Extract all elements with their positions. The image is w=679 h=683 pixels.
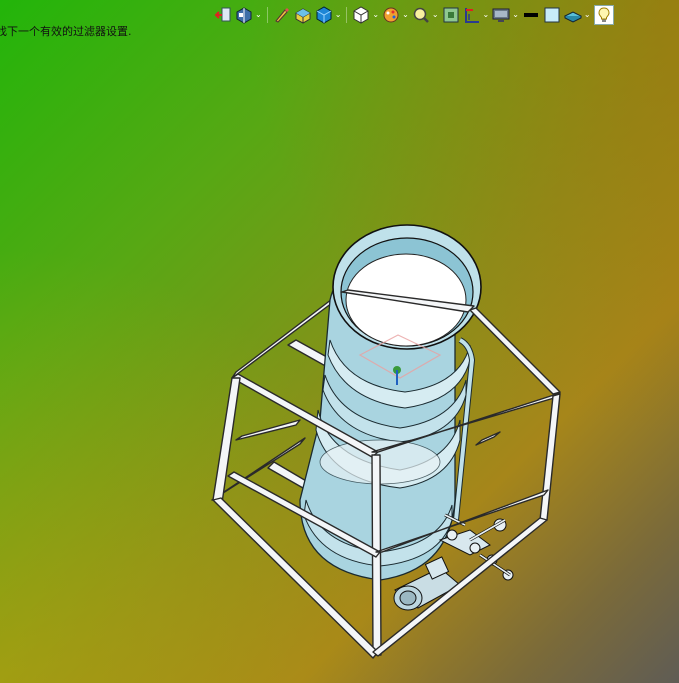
dynamic-annotation-button[interactable] bbox=[294, 5, 312, 25]
section-view-button[interactable]: ⌄ bbox=[235, 5, 262, 25]
sketch-button[interactable] bbox=[273, 5, 291, 25]
display-style-cube-icon bbox=[316, 6, 332, 24]
graphics-viewport[interactable]: 找下一个有效的过滤器设置. ⌄ ⌄ ⌄ ⌄ ⌄ ⌄ ⌄ ⌄ bbox=[0, 0, 679, 683]
scene-icon bbox=[443, 7, 459, 23]
pencil-sketch-icon bbox=[274, 8, 289, 23]
line-style-button[interactable] bbox=[522, 5, 540, 25]
chevron-down-icon: ⌄ bbox=[482, 10, 490, 19]
appearance-palette-icon bbox=[383, 7, 399, 23]
previous-view-button[interactable] bbox=[214, 5, 232, 25]
status-message: 找下一个有效的过滤器设置. bbox=[0, 25, 132, 38]
lighting-toggle-button[interactable] bbox=[593, 5, 614, 25]
black-line-icon bbox=[523, 13, 538, 17]
tank-frame-model[interactable] bbox=[0, 0, 679, 683]
background-color-button[interactable] bbox=[543, 5, 561, 25]
view-orientation-cube-icon bbox=[353, 6, 369, 24]
zoom-magnifier-icon bbox=[413, 7, 429, 23]
edit-appearance-button[interactable]: ⌄ bbox=[382, 5, 409, 25]
chevron-down-icon: ⌄ bbox=[583, 10, 591, 19]
display-style-button[interactable]: ⌄ bbox=[315, 5, 342, 25]
realview-plate-icon bbox=[563, 11, 582, 23]
hide-show-items-icon bbox=[464, 8, 479, 23]
chevron-down-icon: ⌄ bbox=[512, 10, 519, 19]
monitor-display-icon bbox=[492, 8, 510, 22]
chevron-down-icon: ⌄ bbox=[431, 10, 439, 19]
view-orientation-button[interactable]: ⌄ bbox=[352, 5, 379, 25]
light-blue-square-icon bbox=[544, 7, 560, 23]
previous-view-icon bbox=[214, 7, 231, 22]
zoom-button[interactable]: ⌄ bbox=[412, 5, 439, 25]
section-view-icon bbox=[236, 7, 252, 24]
realview-button[interactable]: ⌄ bbox=[563, 5, 591, 25]
chevron-down-icon: ⌄ bbox=[372, 10, 380, 19]
apply-scene-button[interactable] bbox=[442, 5, 460, 25]
lightbulb-icon bbox=[598, 7, 610, 22]
chevron-down-icon: ⌄ bbox=[334, 10, 342, 19]
toolbar-divider bbox=[266, 7, 268, 23]
chevron-down-icon: ⌄ bbox=[402, 10, 409, 19]
heads-up-view-toolbar: ⌄ ⌄ ⌄ ⌄ ⌄ ⌄ ⌄ ⌄ bbox=[214, 4, 614, 26]
chevron-down-icon: ⌄ bbox=[255, 10, 262, 19]
hide-show-items-button[interactable]: ⌄ bbox=[463, 5, 490, 25]
toolbar-divider bbox=[346, 7, 348, 23]
dynamic-annotation-icon bbox=[295, 8, 311, 24]
view-settings-button[interactable]: ⌄ bbox=[492, 5, 519, 25]
